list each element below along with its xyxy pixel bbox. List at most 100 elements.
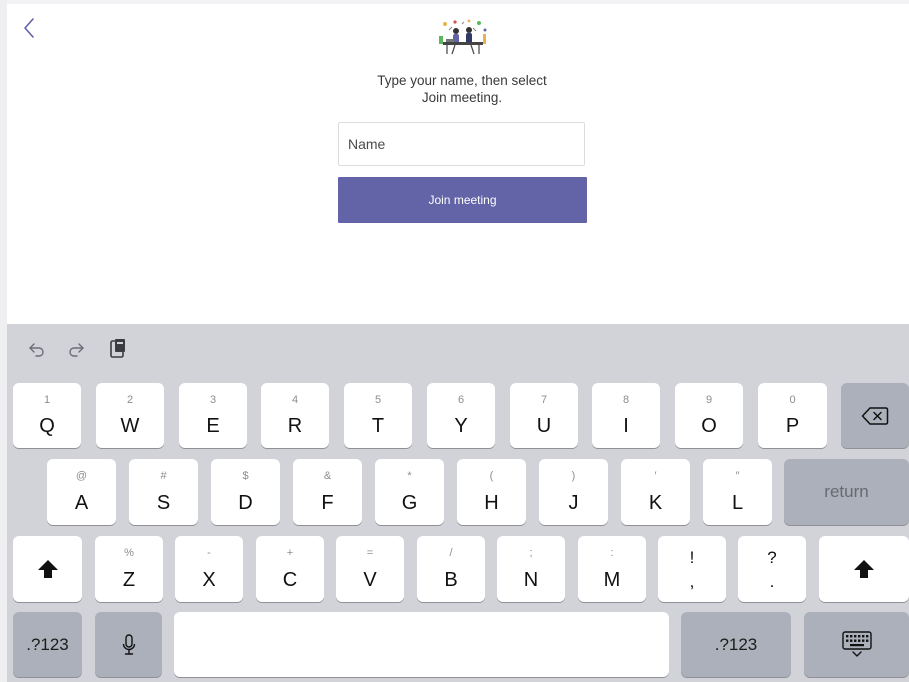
shift-key-right[interactable] — [819, 536, 909, 602]
key-i[interactable]: 8I — [592, 383, 660, 448]
key-a[interactable]: @ A — [47, 459, 116, 525]
key-g[interactable]: * G — [375, 459, 444, 525]
redo-button[interactable] — [65, 337, 87, 361]
key-label: Y — [454, 415, 468, 437]
key-label: K — [648, 492, 663, 514]
paste-button[interactable] — [107, 337, 129, 361]
key-q[interactable]: 1Q — [13, 383, 81, 448]
key-alt-label: ) — [571, 470, 576, 482]
key-x[interactable]: -X — [175, 536, 243, 602]
key-alt-label: 6 — [457, 394, 465, 406]
key-v[interactable]: = V — [336, 536, 404, 602]
key-alt-label: 4 — [291, 394, 299, 406]
key-label: U — [536, 415, 552, 437]
key-alt-label: = — [366, 547, 374, 559]
key-alt-label: 1 — [43, 394, 51, 406]
key-z[interactable]: % Z — [95, 536, 163, 602]
key-label: O — [701, 415, 717, 437]
key-exclamation-comma[interactable]: ! , — [658, 536, 726, 602]
key-w[interactable]: 2W — [96, 383, 164, 448]
key-alt-label: : — [610, 547, 614, 559]
redo-icon — [69, 343, 84, 357]
key-label: M — [603, 569, 621, 591]
shift-key-glyph — [819, 536, 909, 602]
key-t[interactable]: 5T — [344, 383, 412, 448]
key-alt-label: 8 — [622, 394, 630, 406]
key-alt-label: ′ — [654, 470, 657, 482]
key-alt-label: 0 — [789, 394, 796, 406]
key-alt-label: @ — [75, 470, 88, 482]
key-label: V — [363, 569, 377, 591]
key-h[interactable]: (H — [457, 459, 526, 525]
key-question-period[interactable]: ? . — [738, 536, 806, 602]
key-alt-label: 7 — [540, 394, 548, 406]
join-meeting-button[interactable]: Join meeting — [338, 177, 587, 223]
key-label: B — [444, 569, 458, 591]
key-alt-label: ; — [529, 547, 533, 559]
numbers-key-label: .?123 — [714, 634, 758, 654]
key-label: F — [321, 492, 334, 514]
key-label: J — [568, 492, 579, 514]
undo-button[interactable] — [26, 337, 48, 361]
key-label: S — [156, 492, 171, 514]
key-alt-label: # — [160, 470, 167, 482]
key-label: X — [202, 569, 216, 591]
key-y[interactable]: 6Y — [427, 383, 495, 448]
join-meeting-screen: Type your name, then select Join meeting… — [7, 4, 909, 324]
key-label: Z — [122, 569, 136, 591]
key-bottom-label: , — [689, 572, 695, 591]
back-button[interactable] — [19, 14, 39, 42]
key-d[interactable]: $ D — [211, 459, 280, 525]
key-b[interactable]: / B — [417, 536, 485, 602]
key-label: E — [206, 415, 220, 437]
key-n[interactable]: ; N — [497, 536, 565, 602]
name-input[interactable] — [338, 122, 585, 166]
key-label: I — [623, 415, 629, 437]
numbers-key-left[interactable]: .?123 — [13, 612, 82, 677]
key-alt-label: + — [286, 547, 294, 559]
key-j[interactable]: ) J — [539, 459, 608, 525]
key-label: D — [238, 492, 253, 514]
shift-key-left[interactable] — [13, 536, 82, 602]
key-bottom-label: . — [769, 572, 775, 591]
key-label: A — [74, 492, 89, 514]
hide-keyboard-key[interactable] — [804, 612, 909, 677]
key-label: C — [282, 569, 298, 591]
key-alt-label: * — [407, 470, 412, 482]
key-m[interactable]: :M — [578, 536, 646, 602]
key-r[interactable]: 4R — [261, 383, 329, 448]
key-c[interactable]: + C — [256, 536, 324, 602]
dictation-key-glyph — [95, 612, 162, 677]
key-label: G — [401, 492, 418, 514]
key-alt-label: 5 — [374, 394, 382, 406]
return-key[interactable]: return — [784, 459, 909, 525]
undo-icon — [29, 343, 44, 357]
left-edge — [0, 0, 7, 682]
key-top-label: ? — [767, 548, 777, 567]
key-f[interactable]: & F — [293, 459, 362, 525]
key-l[interactable]: ″ L — [703, 459, 772, 525]
key-e[interactable]: 3E — [179, 383, 247, 448]
on-screen-keyboard: 1Q 2W 3E 4R 5T 6Y 7U 8I 9O 0P @ A # S $ D &… — [7, 324, 909, 682]
backspace-icon — [861, 406, 889, 425]
space-bar[interactable] — [174, 612, 669, 677]
key-o[interactable]: 9O — [675, 383, 743, 448]
keyboard-dismiss-icon — [841, 630, 872, 657]
microphone-icon — [122, 633, 135, 655]
key-alt-label: % — [124, 547, 134, 559]
paste-icon — [110, 339, 125, 358]
key-label: R — [287, 415, 303, 437]
key-k[interactable]: ′ K — [621, 459, 690, 525]
key-top-label: ! — [689, 548, 695, 567]
key-label: L — [731, 492, 744, 514]
dictation-key[interactable] — [95, 612, 162, 677]
key-label: H — [484, 492, 499, 514]
instructions-line-1: Type your name, then select — [377, 73, 547, 88]
key-alt-label: 3 — [209, 394, 217, 406]
key-p[interactable]: 0P — [758, 383, 827, 448]
numbers-key-right[interactable]: .?123 — [681, 612, 791, 677]
numbers-key-label: .?123 — [26, 634, 69, 654]
delete-key[interactable] — [841, 383, 909, 448]
key-s[interactable]: # S — [129, 459, 198, 525]
key-u[interactable]: 7U — [510, 383, 578, 448]
